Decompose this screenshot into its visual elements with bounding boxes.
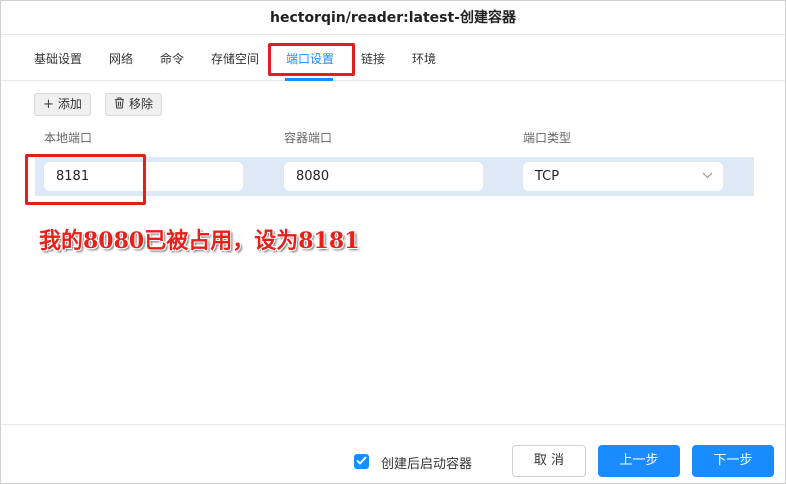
active-tab-indicator	[285, 78, 333, 81]
tab-links[interactable]: 链接	[361, 35, 385, 81]
port-type-select[interactable]: TCP	[523, 162, 723, 191]
highlight-box-local-port	[25, 154, 146, 205]
cancel-button[interactable]: 取 消	[512, 445, 586, 477]
chevron-down-icon	[702, 162, 713, 191]
create-container-dialog: hectorqin/reader:latest-创建容器 基础设置 网络 命令 …	[0, 0, 786, 484]
header-port-type: 端口类型	[523, 131, 572, 145]
remove-button-label: 移除	[129, 97, 154, 111]
port-type-value: TCP	[535, 169, 560, 184]
container-port-input[interactable]	[284, 162, 483, 191]
tab-command[interactable]: 命令	[160, 35, 184, 81]
tab-bar: 基础设置 网络 命令 存储空间 端口设置 链接 环境	[1, 35, 785, 81]
previous-step-button[interactable]: 上一步	[598, 445, 680, 477]
autostart-checkbox[interactable]	[354, 454, 369, 469]
plus-icon: +	[43, 97, 54, 112]
tab-storage[interactable]: 存储空间	[211, 35, 259, 81]
tab-basic-settings[interactable]: 基础设置	[34, 35, 82, 81]
tab-environment[interactable]: 环境	[412, 35, 436, 81]
check-icon	[356, 456, 367, 465]
footer-divider	[1, 424, 785, 425]
header-local-port: 本地端口	[44, 131, 93, 145]
remove-button[interactable]: 移除	[105, 93, 163, 116]
annotation-text: 我的8080已被占用，设为8181	[39, 228, 360, 254]
next-step-button[interactable]: 下一步	[692, 445, 774, 477]
add-button[interactable]: + 添加	[34, 93, 91, 116]
header-container-port: 容器端口	[284, 131, 333, 145]
dialog-title: hectorqin/reader:latest-创建容器	[1, 1, 785, 35]
highlight-box-tab	[268, 43, 355, 76]
trash-icon	[114, 94, 125, 115]
tab-network[interactable]: 网络	[109, 35, 133, 81]
autostart-label: 创建后启动容器	[381, 457, 473, 472]
add-button-label: 添加	[57, 97, 82, 111]
